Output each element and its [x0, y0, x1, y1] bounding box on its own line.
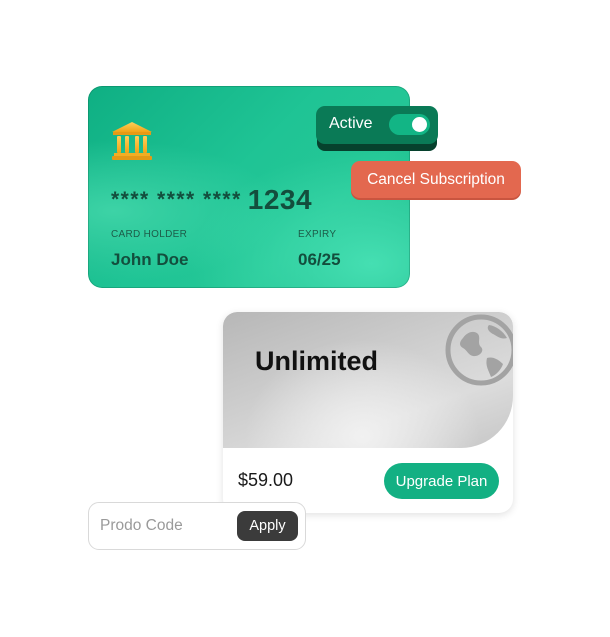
- status-label: Active: [329, 115, 373, 132]
- upgrade-plan-button[interactable]: Upgrade Plan: [384, 463, 499, 499]
- apply-button[interactable]: Apply: [237, 511, 298, 541]
- status-pill: Active: [316, 106, 438, 144]
- cancel-subscription-button[interactable]: Cancel Subscription: [351, 161, 521, 198]
- plan-header: Unlimited: [223, 312, 513, 448]
- card-holder-name: John Doe: [111, 250, 189, 269]
- plan-card: Unlimited $59.00 Upgrade Plan: [223, 312, 513, 513]
- globe-icon: [445, 314, 513, 386]
- bank-icon: [112, 122, 152, 160]
- promo-code-input[interactable]: [100, 514, 230, 538]
- expiry-value: 06/25: [298, 250, 341, 269]
- active-toggle[interactable]: [389, 114, 430, 135]
- expiry-label: EXPIRY: [298, 229, 337, 240]
- toggle-knob: [412, 117, 427, 132]
- promo-code-field: Apply: [88, 502, 306, 550]
- card-number-masked: **** **** ****: [111, 188, 242, 211]
- card-holder-label: CARD HOLDER: [111, 229, 188, 240]
- plan-price: $59.00: [238, 470, 294, 490]
- card-number-last4: 1234: [247, 184, 313, 215]
- plan-name: Unlimited: [255, 346, 379, 376]
